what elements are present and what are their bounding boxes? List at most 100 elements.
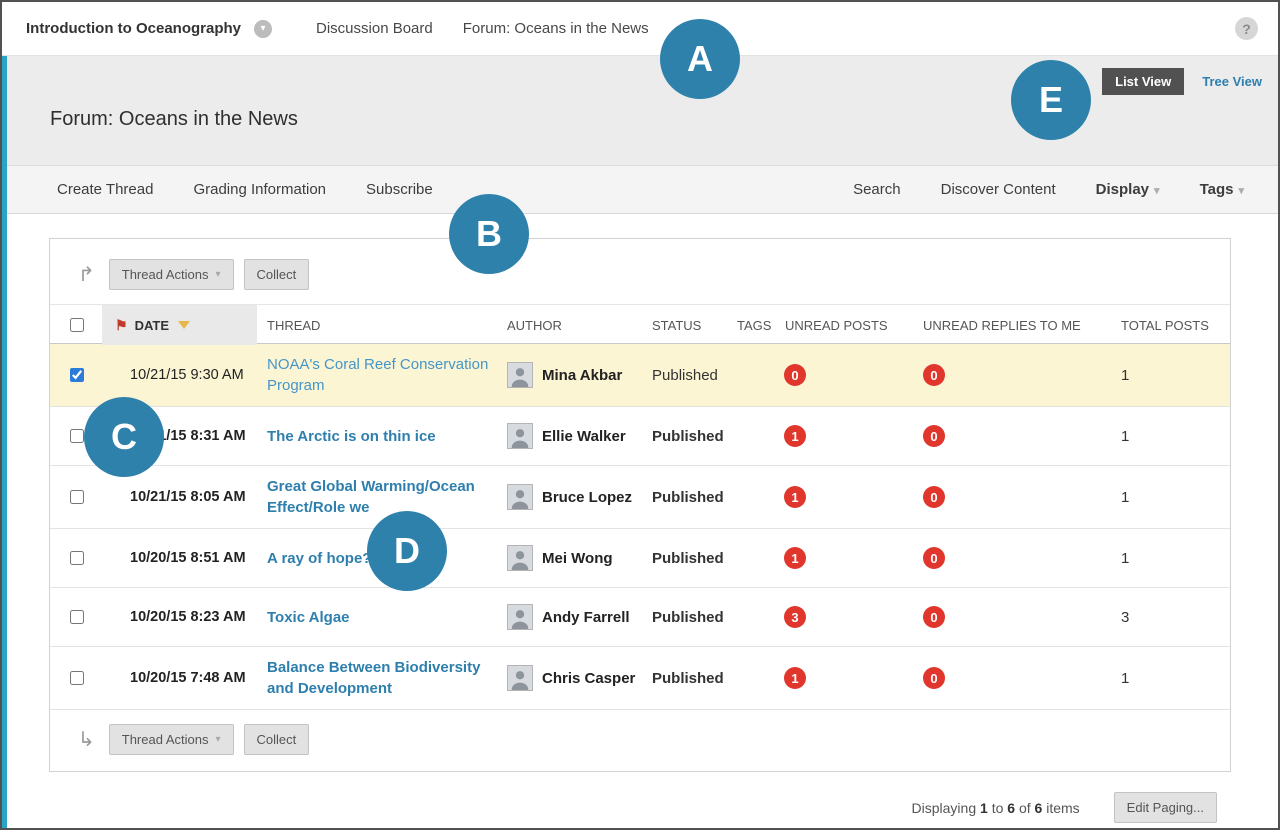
author-name: Andy Farrell (542, 609, 630, 626)
thread-column-header[interactable]: THREAD (257, 318, 497, 333)
thread-title-cell: Balance Between Biodiversity and Develop… (257, 647, 497, 709)
thread-link[interactable]: Toxic Algae (267, 607, 350, 628)
select-all-checkbox[interactable] (70, 318, 84, 332)
paging-end: 6 (1007, 800, 1015, 816)
page-title: Forum: Oceans in the News (50, 108, 298, 131)
thread-actions-button-bottom[interactable]: Thread Actions▾ (109, 724, 234, 755)
unread-posts-badge: 1 (784, 547, 806, 569)
tree-view-link[interactable]: Tree View (1202, 74, 1262, 89)
discussion-forum-screen: Introduction to Oceanography ▾ Discussio… (0, 0, 1280, 830)
thread-link[interactable]: A ray of hope? (267, 548, 371, 569)
thread-date: 10/21/15 8:05 AM (102, 489, 257, 505)
author-avatar (507, 604, 533, 630)
row-checkbox[interactable] (70, 610, 84, 624)
thread-link[interactable]: NOAA's Coral Reef Conservation Program (267, 354, 489, 396)
chevron-down-icon: ▾ (1154, 185, 1160, 197)
author-avatar (507, 545, 533, 571)
header-checkbox-cell (50, 315, 102, 335)
thread-status: Published (647, 609, 727, 626)
action-bar-right: Search Discover Content Display ▾ Tags▾ (853, 181, 1244, 198)
thread-actions-button-top[interactable]: Thread Actions▾ (109, 259, 234, 290)
thread-actions-label: Thread Actions (122, 267, 209, 282)
unread-posts-column-header[interactable]: UNREAD POSTS (772, 318, 907, 333)
discover-content-button[interactable]: Discover Content (941, 181, 1056, 198)
breadcrumb-discussion-board[interactable]: Discussion Board (316, 20, 433, 37)
unread-replies-cell: 0 (907, 364, 1107, 386)
thread-title-cell: NOAA's Coral Reef Conservation Program (257, 344, 497, 406)
unread-replies-badge: 0 (923, 364, 945, 386)
unread-posts-badge: 1 (784, 486, 806, 508)
display-menu-label: Display (1096, 181, 1149, 198)
paging-prefix: Displaying (912, 800, 977, 816)
subscribe-button[interactable]: Subscribe (366, 181, 433, 198)
search-button[interactable]: Search (853, 181, 901, 198)
thread-author-cell: Andy Farrell (497, 604, 647, 630)
paging-to: to (992, 800, 1004, 816)
chevron-down-icon: ▾ (1238, 185, 1244, 197)
row-checkbox[interactable] (70, 490, 84, 504)
thread-status: Published (647, 489, 727, 506)
unread-replies-cell: 0 (907, 606, 1107, 628)
row-checkbox[interactable] (70, 429, 84, 443)
collect-button-bottom[interactable]: Collect (244, 724, 310, 755)
annotation-callout-a: A (660, 19, 740, 99)
date-column-header[interactable]: ⚑ DATE (102, 305, 257, 345)
thread-date: 10/21/15 9:30 AM (102, 367, 257, 383)
total-posts-cell: 1 (1107, 367, 1230, 384)
thread-author-cell: Chris Casper (497, 665, 647, 691)
tags-menu-button[interactable]: Tags▾ (1200, 181, 1244, 198)
total-posts-cell: 1 (1107, 550, 1230, 567)
thread-status: Published (647, 670, 727, 687)
left-accent-bar (2, 56, 7, 828)
annotation-callout-c: C (84, 397, 164, 477)
paging-of: of (1019, 800, 1031, 816)
action-bar: Create Thread Grading Information Subscr… (2, 165, 1278, 214)
author-avatar (507, 665, 533, 691)
unread-replies-cell: 0 (907, 667, 1107, 689)
unread-replies-badge: 0 (923, 486, 945, 508)
thread-date: 10/20/15 8:23 AM (102, 609, 257, 625)
row-checkbox-cell (50, 487, 102, 508)
table-header-row: ⚑ DATE THREAD AUTHOR STATUS TAGS UNREAD … (50, 304, 1230, 344)
unread-posts-badge: 1 (784, 425, 806, 447)
row-checkbox[interactable] (70, 368, 84, 382)
unread-replies-column-header[interactable]: UNREAD REPLIES TO ME (907, 318, 1107, 333)
thread-list-card: ↱ Thread Actions▾ Collect ⚑ DATE THREAD … (49, 238, 1231, 772)
unread-posts-cell: 1 (772, 667, 907, 689)
total-posts-cell: 1 (1107, 428, 1230, 445)
unread-replies-badge: 0 (923, 547, 945, 569)
author-avatar (507, 423, 533, 449)
tags-column-header[interactable]: TAGS (727, 318, 772, 333)
help-icon[interactable]: ? (1235, 17, 1258, 40)
table-row: 10/21/15 8:31 AM The Arctic is on thin i… (50, 407, 1230, 466)
status-column-header[interactable]: STATUS (647, 318, 727, 333)
row-checkbox-cell (50, 365, 102, 386)
row-checkbox[interactable] (70, 551, 84, 565)
collect-button-top[interactable]: Collect (244, 259, 310, 290)
total-posts-column-header[interactable]: TOTAL POSTS (1107, 318, 1230, 333)
display-menu-button[interactable]: Display ▾ (1096, 181, 1160, 198)
paging-start: 1 (980, 800, 988, 816)
course-menu-chevron-icon[interactable]: ▾ (254, 20, 272, 38)
paging-total: 6 (1035, 800, 1043, 816)
grading-information-button[interactable]: Grading Information (193, 181, 326, 198)
thread-link[interactable]: Great Global Warming/Ocean Effect/Role w… (267, 476, 489, 518)
unread-replies-cell: 0 (907, 486, 1107, 508)
thread-author-cell: Bruce Lopez (497, 484, 647, 510)
edit-paging-button[interactable]: Edit Paging... (1114, 792, 1217, 823)
unread-replies-badge: 0 (923, 667, 945, 689)
author-name: Mei Wong (542, 550, 613, 567)
date-header-label: DATE (135, 318, 169, 333)
total-posts-cell: 3 (1107, 609, 1230, 626)
annotation-callout-d: D (367, 511, 447, 591)
thread-link[interactable]: Balance Between Biodiversity and Develop… (267, 657, 489, 699)
thread-link[interactable]: The Arctic is on thin ice (267, 426, 436, 447)
create-thread-button[interactable]: Create Thread (57, 181, 153, 198)
unread-posts-cell: 1 (772, 425, 907, 447)
top-toolbar: ↱ Thread Actions▾ Collect (50, 239, 1230, 304)
list-view-button[interactable]: List View (1102, 68, 1184, 95)
author-column-header[interactable]: AUTHOR (497, 318, 647, 333)
row-checkbox-cell (50, 607, 102, 628)
row-checkbox[interactable] (70, 671, 84, 685)
sort-descending-icon (178, 321, 190, 329)
